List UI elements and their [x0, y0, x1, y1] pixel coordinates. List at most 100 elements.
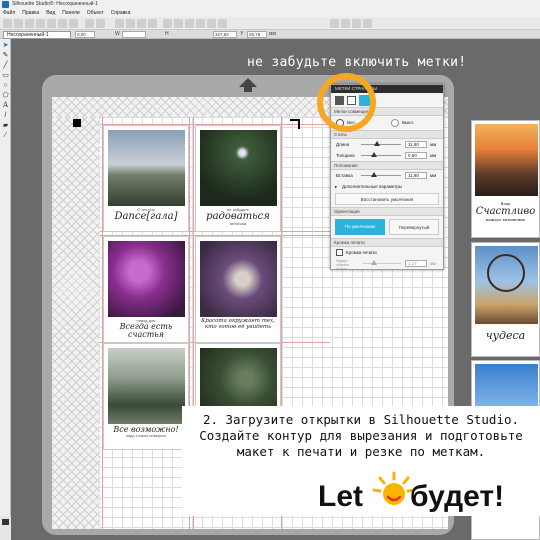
- design-tab-icon[interactable]: [330, 19, 339, 28]
- pan-icon[interactable]: [148, 19, 157, 28]
- preview-card[interactable]: чудеса: [471, 242, 540, 357]
- postcard-photo: [108, 130, 185, 206]
- length-row: Длина 11,80 мм: [331, 139, 443, 150]
- layers-icon[interactable]: [218, 19, 227, 28]
- w-field[interactable]: [122, 31, 146, 38]
- margin-left: [52, 117, 100, 529]
- length-slider-thumb[interactable]: [374, 141, 380, 146]
- instruction-line-2: Создайте контур для вырезания и подготов…: [199, 428, 523, 443]
- advanced-label[interactable]: Дополнительные параметры: [342, 181, 402, 192]
- mode-off-radio[interactable]: [391, 119, 399, 127]
- orientation-section: Ориентация: [331, 207, 443, 216]
- ellipse-tool-icon[interactable]: ○: [2, 82, 9, 89]
- eraser-tool-icon[interactable]: ▰: [2, 122, 9, 129]
- postcard[interactable]: Красота окружает тех, кто готов её увиде…: [195, 236, 281, 343]
- postcard-caption: Красота окружает тех, кто готов её увиде…: [200, 318, 276, 330]
- tools-sidebar: ➤ ✎ ╱ ▭ ○ ⬠ A / ▰ ⁄: [0, 39, 11, 540]
- main-toolbar: [0, 17, 540, 30]
- length-unit: мм: [430, 142, 437, 147]
- thickness-field[interactable]: 0,50: [405, 152, 427, 159]
- bleed-row: Радиус обрезки кромки 1,27 мм: [331, 258, 443, 271]
- orientation-flipped-button[interactable]: Перевернутый: [389, 219, 439, 235]
- preview-photo: [475, 124, 538, 196]
- mode-off-label: Выкл.: [402, 120, 415, 125]
- rectangle-tool-icon[interactable]: ▭: [2, 72, 9, 79]
- menu-object[interactable]: Объект: [87, 9, 104, 17]
- bleed-field[interactable]: 1,27: [405, 260, 427, 267]
- save-icon[interactable]: [25, 19, 34, 28]
- align-icon[interactable]: [174, 19, 183, 28]
- postcard[interactable]: С тех пор Dance[гала]: [103, 125, 189, 232]
- inset-slider-thumb[interactable]: [371, 172, 377, 177]
- highlight-circle: [317, 73, 376, 132]
- preview-photo: [475, 246, 538, 324]
- document-tab[interactable]: Несохраненный-1: [3, 31, 71, 39]
- postcard-photo: [200, 241, 277, 317]
- grid-icon[interactable]: [163, 19, 172, 28]
- postcard[interactable]: не забудьте радоваться мелочам: [195, 125, 281, 232]
- orientation-default-button[interactable]: По умолчанию: [335, 219, 385, 235]
- group-icon[interactable]: [185, 19, 194, 28]
- ungroup-icon[interactable]: [196, 19, 205, 28]
- thickness-slider-thumb[interactable]: [371, 152, 377, 157]
- restore-row: Восстановить умолчания: [331, 192, 443, 207]
- replicate-icon[interactable]: [207, 19, 216, 28]
- new-icon[interactable]: [3, 19, 12, 28]
- redo-icon[interactable]: [96, 19, 105, 28]
- print-border-row: Кромка печати: [331, 247, 443, 258]
- postcard[interactable]: Все возможно! надо только поверить: [103, 343, 189, 450]
- eyedropper-tool-icon[interactable]: ⁄: [2, 132, 9, 139]
- thickness-slider[interactable]: [361, 155, 401, 156]
- instruction-text: 2. Загрузите открытки в Silhouette Studi…: [188, 412, 534, 460]
- postcard-caption: не забудьте радоваться мелочам: [206, 207, 270, 226]
- menu-panels[interactable]: Панели: [62, 9, 79, 17]
- menu-edit[interactable]: Правка: [22, 9, 39, 17]
- app-window: Silhouette Studio®: Несохраненный-1 Файл…: [0, 0, 540, 540]
- bleed-slider[interactable]: [363, 263, 401, 264]
- inset-slider[interactable]: [361, 175, 401, 176]
- line-width-field[interactable]: 0,00: [75, 31, 95, 38]
- menu-file[interactable]: Файл: [3, 9, 15, 17]
- advanced-row[interactable]: ▸ Дополнительные параметры: [331, 181, 443, 192]
- print-icon[interactable]: [36, 19, 45, 28]
- knife-tool-icon[interactable]: /: [2, 112, 9, 119]
- postcard-photo: [200, 130, 277, 206]
- cut-icon[interactable]: [47, 19, 56, 28]
- bleed-slider-thumb[interactable]: [371, 260, 377, 265]
- menu-view[interactable]: Вид: [46, 9, 55, 17]
- preview-card[interactable]: Ведь Счастливо каждое мгновение: [471, 120, 540, 238]
- polygon-tool-icon[interactable]: ⬠: [2, 92, 9, 99]
- undo-icon[interactable]: [85, 19, 94, 28]
- select-tool-icon[interactable]: ➤: [2, 42, 9, 49]
- expand-icon[interactable]: ▸: [335, 181, 337, 192]
- open-icon[interactable]: [14, 19, 23, 28]
- paste-icon[interactable]: [69, 19, 78, 28]
- restore-defaults-button[interactable]: Восстановить умолчания: [335, 193, 439, 205]
- x-field[interactable]: 327,62: [213, 31, 237, 38]
- store-tab-icon[interactable]: [341, 19, 350, 28]
- menu-help[interactable]: Справка: [111, 9, 131, 17]
- zoom-fit-icon[interactable]: [137, 19, 146, 28]
- postcard-caption: Все возможно! надо только поверить: [113, 425, 179, 438]
- zoom-in-icon[interactable]: [115, 19, 124, 28]
- y-field[interactable]: 25,76: [247, 31, 267, 38]
- print-border-section: Кромка печати: [331, 238, 443, 247]
- send-tab-icon[interactable]: [363, 19, 372, 28]
- line-tool-icon[interactable]: ╱: [2, 62, 9, 69]
- text-tool-icon[interactable]: A: [2, 102, 9, 109]
- length-slider[interactable]: [361, 144, 401, 145]
- edit-points-icon[interactable]: ✎: [2, 52, 9, 59]
- postcard-photo: [108, 348, 185, 424]
- length-field[interactable]: 11,80: [405, 141, 427, 148]
- copy-icon[interactable]: [58, 19, 67, 28]
- inset-field[interactable]: 11,80: [405, 172, 427, 179]
- logo-text-let: Let: [318, 480, 363, 513]
- preview-caption: Ведь Счастливо каждое мгновение: [475, 201, 536, 222]
- ferris-wheel-shape: [487, 254, 525, 292]
- print-border-checkbox[interactable]: [336, 249, 343, 256]
- postcard[interactable]: повод для Всегда есть счастья: [103, 236, 189, 343]
- library-tab-icon[interactable]: [352, 19, 361, 28]
- registration-mark-square: [73, 119, 81, 127]
- camera-icon[interactable]: [2, 519, 9, 525]
- zoom-out-icon[interactable]: [126, 19, 135, 28]
